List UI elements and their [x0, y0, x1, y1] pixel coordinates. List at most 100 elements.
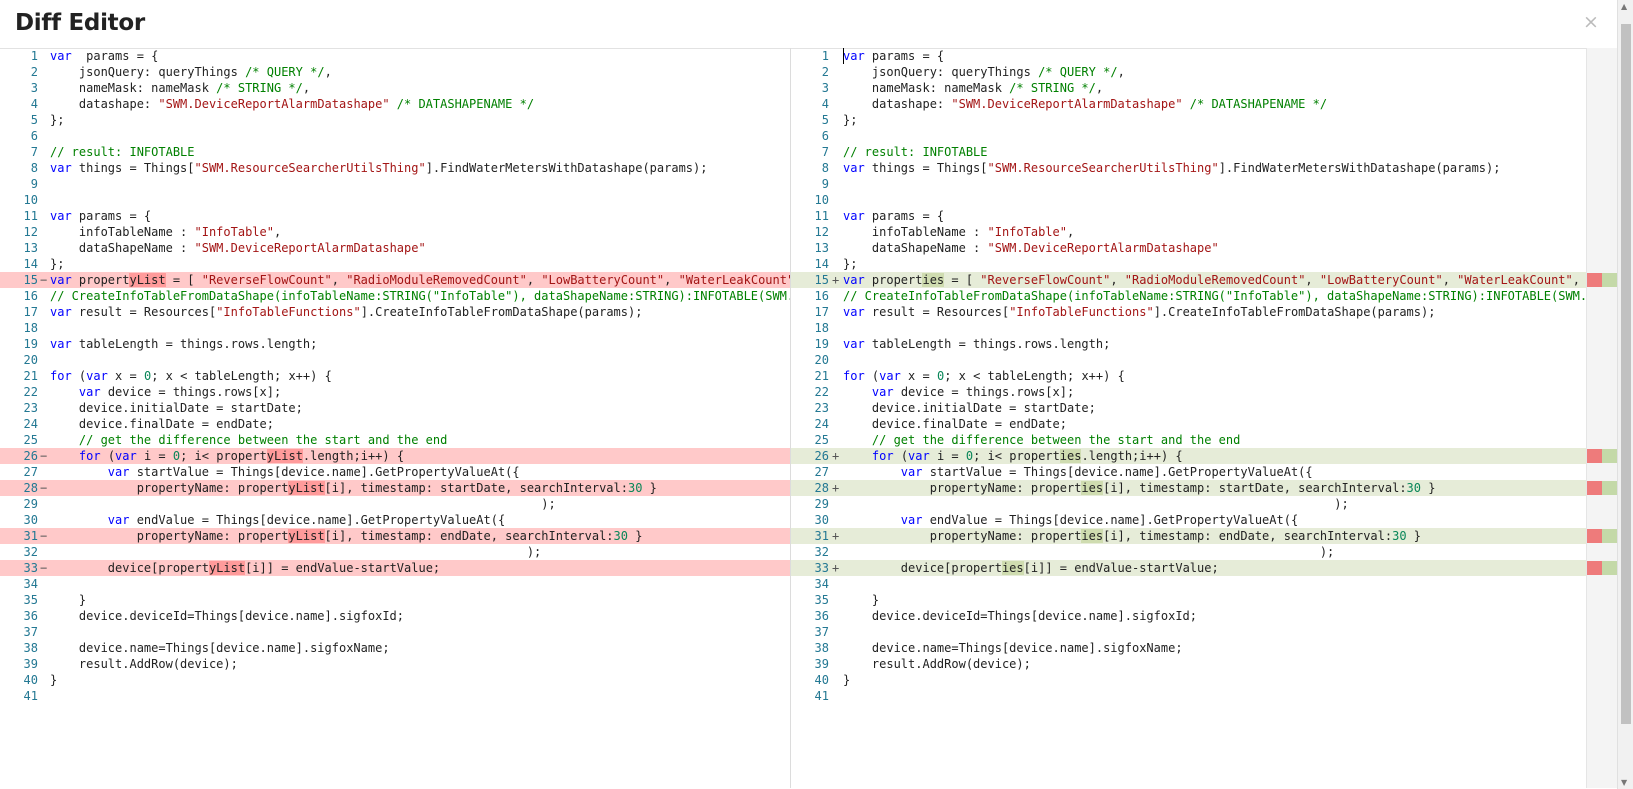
original-pane[interactable]: 1 var params = {2 jsonQuery: queryThings …: [0, 48, 790, 788]
modified-line-24[interactable]: 24 device.finalDate = endDate;: [791, 416, 1586, 432]
original-line-40[interactable]: 40}: [0, 672, 790, 688]
modified-line-19[interactable]: 19 var tableLength = things.rows.length;: [791, 336, 1586, 352]
original-line-30[interactable]: 30 var endValue = Things[device.name].Ge…: [0, 512, 790, 528]
modified-line-11[interactable]: 11 var params = {: [791, 208, 1586, 224]
original-line-14[interactable]: 14};: [0, 256, 790, 272]
line-number: 4: [821, 97, 829, 111]
line-number: 40: [814, 673, 829, 687]
original-line-39[interactable]: 39 result.AddRow(device);: [0, 656, 790, 672]
code-token: dataShapeName :: [50, 241, 195, 255]
addition-marker: +: [832, 273, 840, 287]
code-token: device.initialDate = startDate;: [50, 401, 303, 415]
original-line-6[interactable]: 6: [0, 128, 790, 144]
modified-line-17[interactable]: 17 var result = Resources["InfoTableFunct…: [791, 304, 1586, 320]
modified-line-8[interactable]: 8 var things = Things["SWM.ResourceSearch…: [791, 160, 1586, 176]
modified-line-6[interactable]: 6: [791, 128, 1586, 144]
modified-line-40[interactable]: 40}: [791, 672, 1586, 688]
original-line-13[interactable]: 13 dataShapeName : "SWM.DeviceReportAlar…: [0, 240, 790, 256]
original-line-37[interactable]: 37: [0, 624, 790, 640]
original-line-3[interactable]: 3 nameMask: nameMask /* STRING */,: [0, 80, 790, 96]
modified-line-12[interactable]: 12 infoTableName : "InfoTable",: [791, 224, 1586, 240]
modified-line-2[interactable]: 2 jsonQuery: queryThings /* QUERY */,: [791, 64, 1586, 80]
modified-line-36[interactable]: 36 device.deviceId=Things[device.name].s…: [791, 608, 1586, 624]
diff-overview-ruler[interactable]: [1586, 48, 1618, 788]
scrollbar-thumb[interactable]: [1621, 24, 1631, 724]
original-line-31[interactable]: 31− propertyName: propertyList[i], times…: [0, 528, 790, 544]
modified-line-21[interactable]: 21 for (var x = 0; x < tableLength; x++) …: [791, 368, 1586, 384]
original-line-12[interactable]: 12 infoTableName : "InfoTable",: [0, 224, 790, 240]
modified-line-30[interactable]: 30 var endValue = Things[device.name].Ge…: [791, 512, 1586, 528]
modified-line-32[interactable]: 32 );: [791, 544, 1586, 560]
modified-line-34[interactable]: 34: [791, 576, 1586, 592]
code-text: jsonQuery: queryThings /* QUERY */,: [50, 64, 332, 80]
modified-line-20[interactable]: 20: [791, 352, 1586, 368]
modified-line-1[interactable]: 1 var params = {: [791, 48, 1586, 64]
original-line-36[interactable]: 36 device.deviceId=Things[device.name].s…: [0, 608, 790, 624]
original-line-26[interactable]: 26− for (var i = 0; i< propertyList.leng…: [0, 448, 790, 464]
original-line-24[interactable]: 24 device.finalDate = endDate;: [0, 416, 790, 432]
modified-line-14[interactable]: 14};: [791, 256, 1586, 272]
original-line-38[interactable]: 38 device.name=Things[device.name].sigfo…: [0, 640, 790, 656]
original-line-8[interactable]: 8 var things = Things["SWM.ResourceSearch…: [0, 160, 790, 176]
original-line-16[interactable]: 16 // CreateInfoTableFromDataShape(infoTa…: [0, 288, 790, 304]
original-line-28[interactable]: 28− propertyName: propertyList[i], times…: [0, 480, 790, 496]
modified-line-7[interactable]: 7 // result: INFOTABLE: [791, 144, 1586, 160]
original-line-22[interactable]: 22 var device = things.rows[x];: [0, 384, 790, 400]
modified-line-35[interactable]: 35 }: [791, 592, 1586, 608]
original-line-7[interactable]: 7 // result: INFOTABLE: [0, 144, 790, 160]
addition-marker: +: [832, 561, 840, 575]
modified-pane[interactable]: 1 var params = {2 jsonQuery: queryThings …: [791, 48, 1586, 788]
original-line-23[interactable]: 23 device.initialDate = startDate;: [0, 400, 790, 416]
original-line-19[interactable]: 19 var tableLength = things.rows.length;: [0, 336, 790, 352]
chevron-up-icon[interactable]: ▲: [1621, 2, 1627, 11]
code-token: /* QUERY */: [245, 65, 325, 79]
original-line-41[interactable]: 41: [0, 688, 790, 704]
original-line-11[interactable]: 11 var params = {: [0, 208, 790, 224]
original-line-25[interactable]: 25 // get the difference between the sta…: [0, 432, 790, 448]
original-line-17[interactable]: 17 var result = Resources["InfoTableFunct…: [0, 304, 790, 320]
code-token: var: [50, 305, 72, 319]
close-icon[interactable]: ×: [1583, 11, 1599, 33]
modified-line-22[interactable]: 22 var device = things.rows[x];: [791, 384, 1586, 400]
modified-line-10[interactable]: 10: [791, 192, 1586, 208]
modified-line-29[interactable]: 29 );: [791, 496, 1586, 512]
original-line-32[interactable]: 32 );: [0, 544, 790, 560]
modified-line-39[interactable]: 39 result.AddRow(device);: [791, 656, 1586, 672]
modified-line-18[interactable]: 18: [791, 320, 1586, 336]
original-line-1[interactable]: 1 var params = {: [0, 48, 790, 64]
vertical-scrollbar[interactable]: ▲ ▼: [1617, 0, 1633, 789]
modified-line-31[interactable]: 31 + propertyName: properties[i], timesta…: [791, 528, 1586, 544]
original-line-20[interactable]: 20: [0, 352, 790, 368]
modified-line-5[interactable]: 5};: [791, 112, 1586, 128]
original-line-33[interactable]: 33− device[propertyList[i]] = endValue-s…: [0, 560, 790, 576]
modified-line-15[interactable]: 15 + var properties = [ "ReverseFlowCount"…: [791, 272, 1586, 288]
modified-line-4[interactable]: 4 datashape: "SWM.DeviceReportAlarmDatas…: [791, 96, 1586, 112]
original-line-35[interactable]: 35 }: [0, 592, 790, 608]
original-line-21[interactable]: 21 for (var x = 0; x < tableLength; x++) …: [0, 368, 790, 384]
original-line-10[interactable]: 10: [0, 192, 790, 208]
original-line-9[interactable]: 9: [0, 176, 790, 192]
modified-line-3[interactable]: 3 nameMask: nameMask /* STRING */,: [791, 80, 1586, 96]
modified-line-33[interactable]: 33 + device[properties[i]] = endValue-sta…: [791, 560, 1586, 576]
original-line-15[interactable]: 15− var propertyList = [ "ReverseFlowCoun…: [0, 272, 790, 288]
chevron-down-icon[interactable]: ▼: [1621, 778, 1627, 787]
modified-line-28[interactable]: 28 + propertyName: properties[i], timesta…: [791, 480, 1586, 496]
modified-line-38[interactable]: 38 device.name=Things[device.name].sigfo…: [791, 640, 1586, 656]
modified-line-37[interactable]: 37: [791, 624, 1586, 640]
original-line-27[interactable]: 27 var startValue = Things[device.name].…: [0, 464, 790, 480]
modified-line-9[interactable]: 9: [791, 176, 1586, 192]
original-line-18[interactable]: 18: [0, 320, 790, 336]
original-line-5[interactable]: 5};: [0, 112, 790, 128]
modified-line-25[interactable]: 25 // get the difference between the sta…: [791, 432, 1586, 448]
modified-line-26[interactable]: 26 + for (var i = 0; i< properties.length…: [791, 448, 1586, 464]
modified-line-41[interactable]: 41: [791, 688, 1586, 704]
original-line-29[interactable]: 29 );: [0, 496, 790, 512]
original-line-34[interactable]: 34: [0, 576, 790, 592]
original-line-4[interactable]: 4 datashape: "SWM.DeviceReportAlarmDatas…: [0, 96, 790, 112]
modified-line-16[interactable]: 16 // CreateInfoTableFromDataShape(infoTa…: [791, 288, 1586, 304]
modified-line-27[interactable]: 27 var startValue = Things[device.name].…: [791, 464, 1586, 480]
original-line-2[interactable]: 2 jsonQuery: queryThings /* QUERY */,: [0, 64, 790, 80]
modified-line-13[interactable]: 13 dataShapeName : "SWM.DeviceReportAlar…: [791, 240, 1586, 256]
code-token: params = {: [864, 49, 945, 63]
modified-line-23[interactable]: 23 device.initialDate = startDate;: [791, 400, 1586, 416]
